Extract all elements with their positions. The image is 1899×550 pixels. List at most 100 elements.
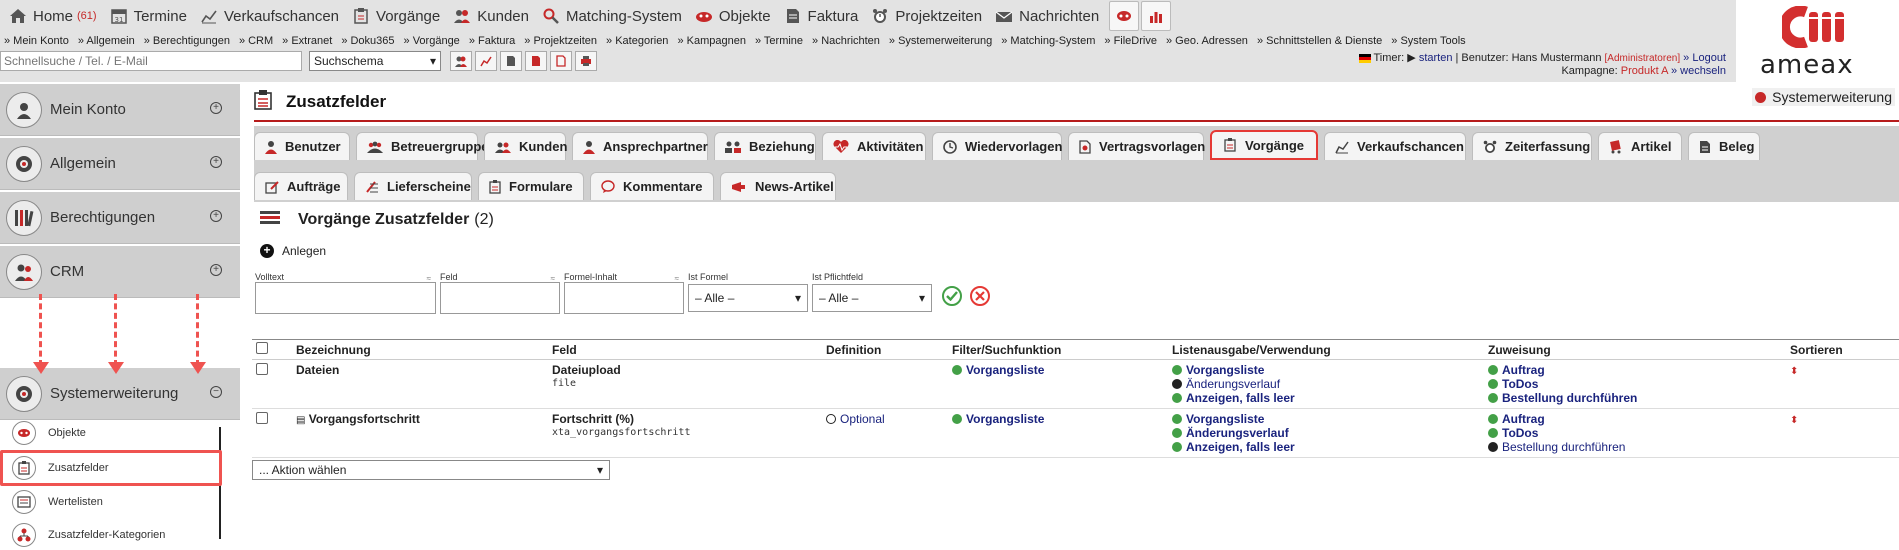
nav-nachrichten[interactable]: Nachrichten [990, 0, 1107, 32]
field-name[interactable]: Dateien [296, 363, 339, 377]
nav-vorgaenge[interactable]: Vorgänge [347, 0, 448, 32]
sidebar-section-systemerweiterung[interactable]: Systemerweiterung − [0, 368, 240, 420]
filter-label: Ist Formel [688, 272, 729, 282]
subnav-item[interactable]: » Matching-System [1001, 35, 1095, 47]
subnav-item[interactable]: » Systemerweiterung [889, 35, 992, 47]
bulk-action-select[interactable]: ... Aktion wählen ▾ [252, 460, 610, 480]
subnav-item[interactable]: » Kategorien [606, 35, 668, 47]
subnav-item[interactable]: » Projektzeiten [524, 35, 597, 47]
campaign-switch-link[interactable]: » wechseln [1671, 65, 1726, 77]
assign-item: Auftrag [1502, 412, 1545, 426]
collapse-icon[interactable]: − [210, 386, 222, 398]
volltext-input[interactable]: ≈ [255, 274, 436, 314]
logout-link[interactable]: » Logout [1683, 52, 1726, 64]
tab-kunden[interactable]: Kunden [484, 132, 567, 160]
bar-chart-icon[interactable] [1141, 1, 1172, 31]
row-checkbox[interactable] [256, 412, 268, 424]
subnav-item[interactable]: » Allgemein [78, 35, 135, 47]
subnav-item[interactable]: » Kampagnen [677, 35, 746, 47]
tab-auftraege[interactable]: Aufträge [254, 172, 348, 200]
chart-icon[interactable] [475, 51, 497, 71]
expand-icon[interactable]: + [210, 210, 222, 222]
subnav-item[interactable]: » Schnittstellen & Dienste [1257, 35, 1382, 47]
feld-input[interactable]: ≈ [440, 274, 560, 314]
subnav-item[interactable]: » FileDrive [1104, 35, 1157, 47]
field-name[interactable]: Vorgangsfortschritt [309, 412, 420, 426]
subnav-item[interactable]: » Nachrichten [812, 35, 880, 47]
usage-item: Änderungsverlauf [1186, 377, 1281, 391]
tab-verkaufschancen[interactable]: Verkaufschancen [1324, 132, 1466, 160]
subnav-item[interactable]: » System Tools [1391, 35, 1465, 47]
sidebar-section-mein-konto[interactable]: Mein Konto + [0, 84, 240, 136]
tab-betreuergruppen[interactable]: Betreuergruppen [356, 132, 496, 160]
ist-pflichtfeld-select[interactable]: – Alle – ▾ [812, 284, 932, 312]
subnav-item[interactable]: » Faktura [469, 35, 515, 47]
tab-beleg[interactable]: Beleg [1688, 132, 1760, 160]
nav-projektzeiten[interactable]: Projektzeiten [866, 0, 990, 32]
tab-beziehung[interactable]: Beziehung [714, 132, 816, 160]
chevron-down-icon: ▾ [596, 463, 603, 477]
timer-start-link[interactable]: starten [1419, 52, 1453, 64]
gear-icon [6, 375, 42, 412]
tab-vorgaenge[interactable]: Vorgänge [1210, 130, 1318, 160]
search-schema-select[interactable]: Suchschema ▾ [309, 51, 441, 71]
formel-inhalt-input[interactable]: ≈ [564, 274, 684, 314]
subnav-item[interactable]: » Berechtigungen [144, 35, 230, 47]
nav-kunden[interactable]: Kunden [448, 0, 537, 32]
sidebar-item-objekte[interactable]: Objekte [12, 420, 86, 446]
ist-formel-select[interactable]: – Alle – ▾ [688, 284, 808, 312]
subnav-item[interactable]: » Geo. Adressen [1166, 35, 1248, 47]
table-row[interactable]: ▤ Vorgangsfortschritt Fortschritt (%) xt… [252, 408, 1899, 458]
row-checkbox[interactable] [256, 363, 268, 375]
sort-handle-icon[interactable]: ⬍ [1790, 415, 1798, 426]
select-all-checkbox[interactable] [256, 342, 268, 354]
nav-matching[interactable]: Matching-System [537, 0, 690, 32]
nav-home[interactable]: Home (61) [4, 0, 105, 32]
table-row[interactable]: Dateien Dateiupload file Vorgangsliste V… [252, 359, 1899, 409]
tab-benutzer[interactable]: Benutzer [254, 132, 350, 160]
tab-news-artikel[interactable]: News-Artikel [720, 172, 836, 200]
nav-faktura[interactable]: Faktura [779, 0, 867, 32]
document-stack-icon[interactable] [550, 51, 572, 71]
check-icon [1488, 428, 1498, 438]
subnav-item[interactable]: » Doku365 [341, 35, 394, 47]
sidebar-section-berechtigungen[interactable]: Berechtigungen + [0, 192, 240, 244]
system-extension-badge[interactable]: Systemerweiterung [1752, 88, 1895, 106]
sidebar-section-allgemein[interactable]: Allgemein + [0, 138, 240, 190]
tab-kommentare[interactable]: Kommentare [590, 172, 714, 200]
objects-icon[interactable] [1109, 1, 1140, 31]
reset-filter-button[interactable] [970, 286, 990, 306]
expand-icon[interactable]: + [210, 264, 222, 276]
subnav-item[interactable]: » Extranet [282, 35, 332, 47]
document-icon[interactable] [525, 51, 547, 71]
tab-wiedervorlagen[interactable]: Wiedervorlagen [932, 132, 1062, 160]
apply-filter-button[interactable] [942, 286, 962, 306]
sidebar-section-crm[interactable]: CRM + [0, 246, 240, 298]
printer-icon[interactable] [575, 51, 597, 71]
check-icon [1172, 442, 1182, 452]
nav-verkaufschancen[interactable]: Verkaufschancen [195, 0, 347, 32]
expand-icon[interactable]: + [210, 102, 222, 114]
tab-formulare[interactable]: Formulare [478, 172, 584, 200]
tab-aktivitaeten[interactable]: Aktivitäten [822, 132, 926, 160]
assign-item: Bestellung durchführen [1502, 440, 1626, 454]
nav-objekte[interactable]: Objekte [690, 0, 779, 32]
nav-termine[interactable]: 31 Termine [105, 0, 195, 32]
subnav-item[interactable]: » CRM [239, 35, 273, 47]
subnav-item[interactable]: » Mein Konto [4, 35, 69, 47]
users-icon[interactable] [450, 51, 472, 71]
invoice-icon[interactable] [500, 51, 522, 71]
expand-icon[interactable]: + [210, 156, 222, 168]
tab-ansprechpartner[interactable]: Ansprechpartner [572, 132, 708, 160]
sidebar-item-wertelisten[interactable]: Wertelisten [12, 489, 103, 515]
sort-handle-icon[interactable]: ⬍ [1790, 366, 1798, 377]
sidebar-item-zusatzfelder-kategorien[interactable]: Zusatzfelder-Kategorien [12, 522, 165, 548]
tab-zeiterfassung[interactable]: Zeiterfassung [1472, 132, 1592, 160]
tab-vertragsvorlagen[interactable]: Vertragsvorlagen [1068, 132, 1205, 160]
tab-lieferscheine[interactable]: Lieferscheine [354, 172, 472, 200]
tab-artikel[interactable]: Artikel [1598, 132, 1682, 160]
subnav-item[interactable]: » Termine [755, 35, 803, 47]
create-button[interactable]: + Anlegen [260, 244, 326, 258]
subnav-item[interactable]: » Vorgänge [404, 35, 460, 47]
quick-search-input[interactable] [0, 51, 302, 71]
